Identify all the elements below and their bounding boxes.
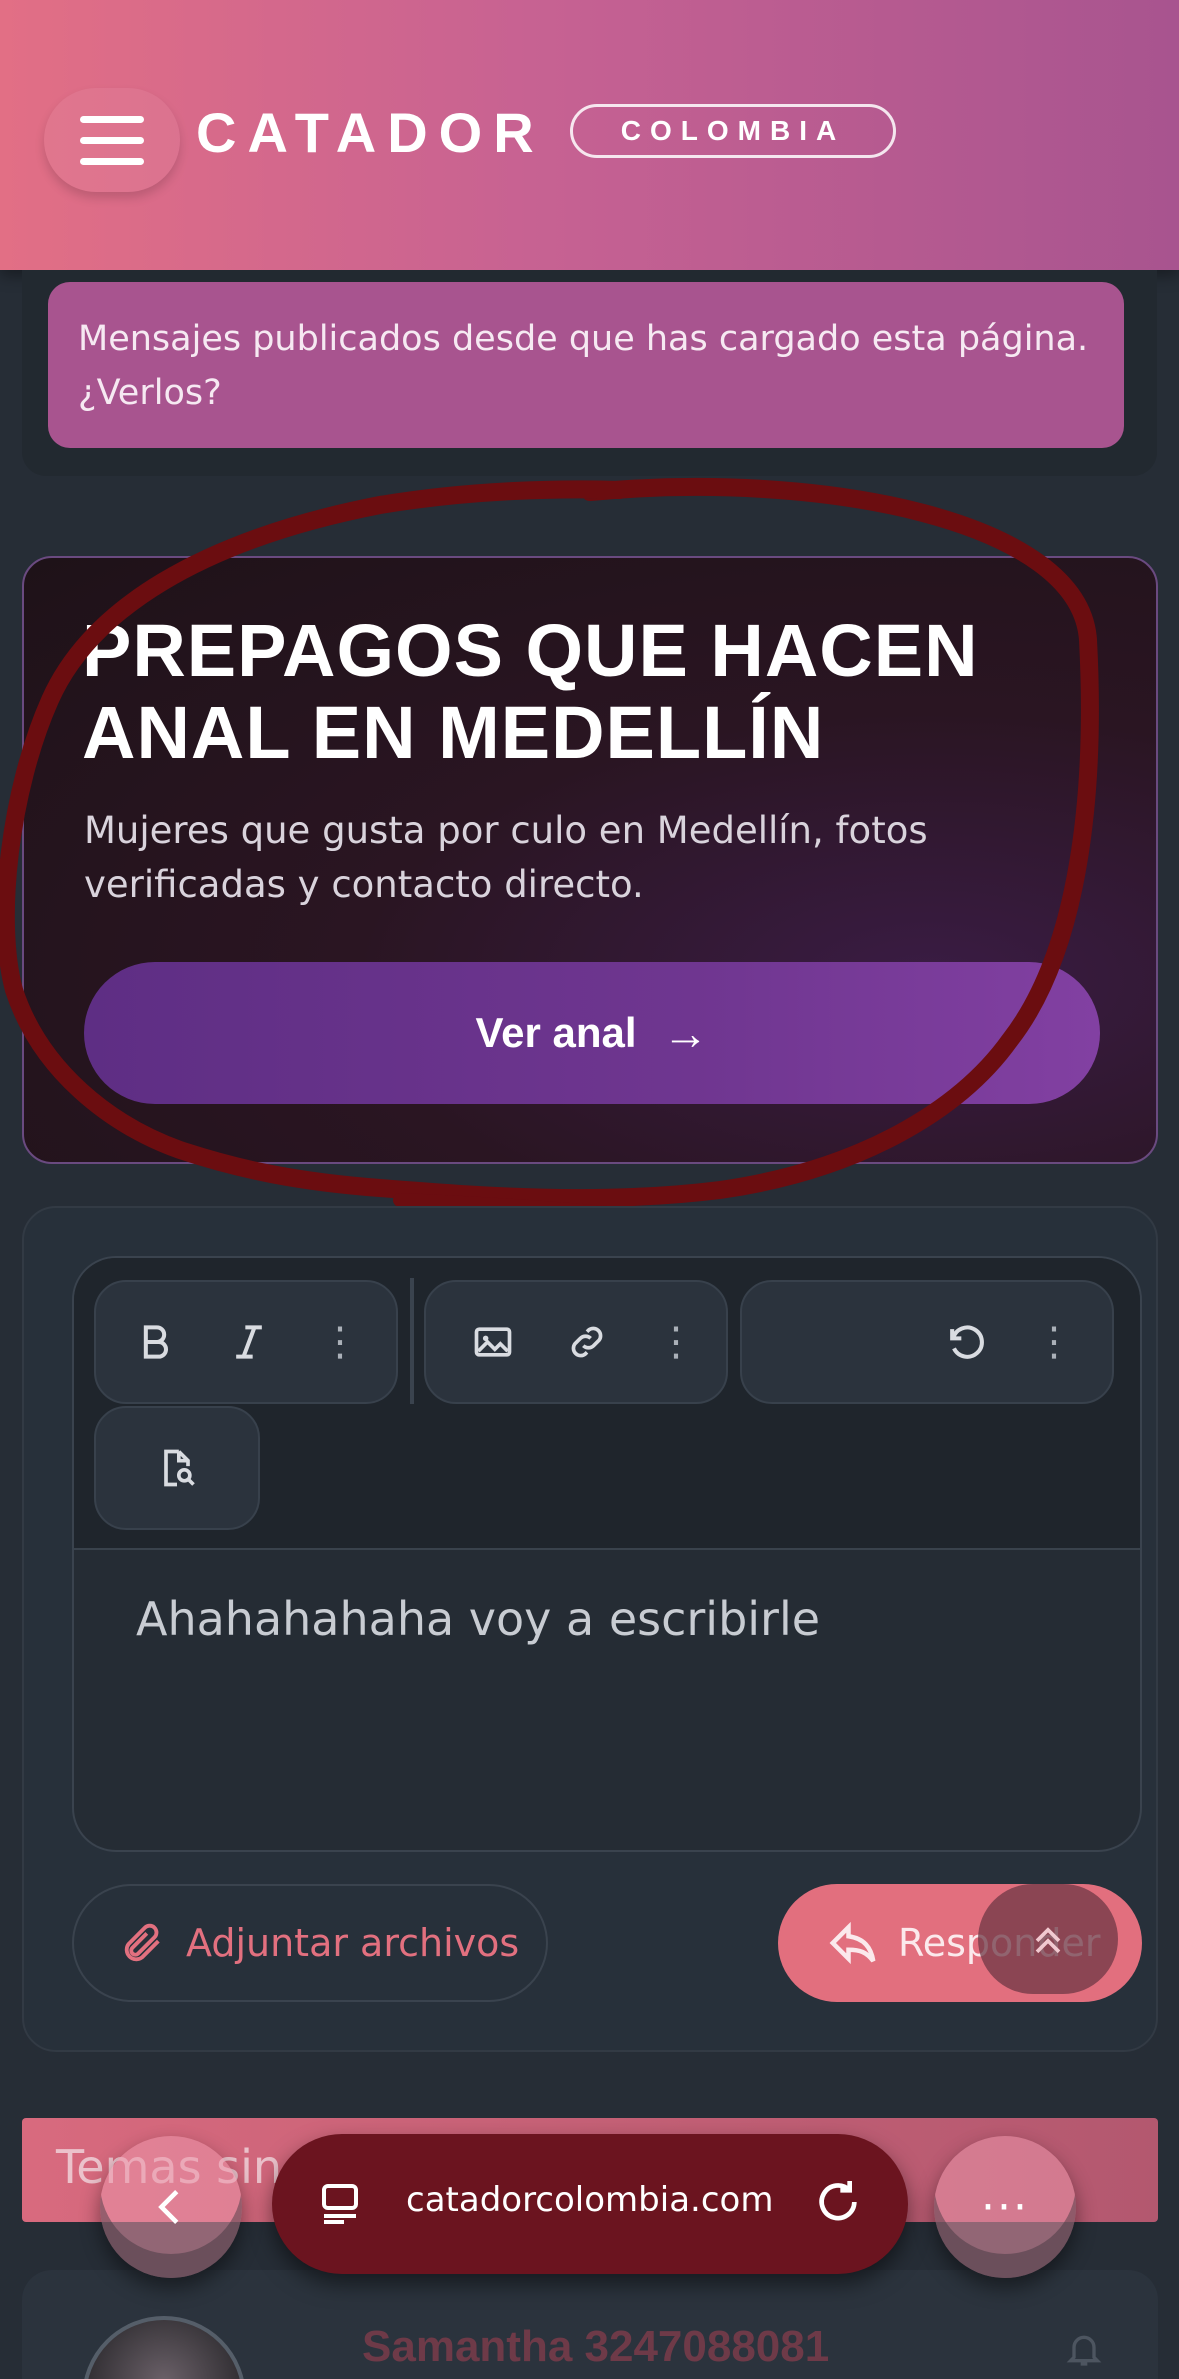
promo-subtitle-line: verificadas y contacto directo. — [84, 863, 644, 906]
editor-content[interactable]: Ahahahahaha voy a escribirle — [136, 1592, 820, 1646]
chevron-up-icon — [1035, 1927, 1061, 1954]
browser-url[interactable]: catadorcolombia.com — [406, 2180, 773, 2220]
site-logo-badge: COLOMBIA — [570, 104, 896, 158]
reply-icon — [829, 1921, 876, 1965]
new-messages-notice[interactable]: Mensajes publicados desde que has cargad… — [48, 282, 1124, 448]
browser-address-bar[interactable]: catadorcolombia.com — [272, 2134, 908, 2274]
promo-title-line: ANAL EN MEDELLÍN — [82, 691, 825, 774]
chevron-left-icon — [158, 2190, 179, 2224]
preview-icon[interactable] — [132, 1408, 222, 1528]
site-logo[interactable]: CATADOR — [196, 100, 545, 165]
undo-icon[interactable] — [922, 1282, 1008, 1402]
link-icon[interactable] — [544, 1282, 630, 1402]
browser-more-button[interactable]: ··· — [934, 2136, 1076, 2278]
attach-files-label: Adjuntar archivos — [186, 1921, 520, 1965]
toolbar-group-insert: ⋮ — [424, 1280, 728, 1404]
arrow-right-icon: → — [662, 1007, 709, 1059]
more-dots-icon: ··· — [981, 2181, 1029, 2233]
hamburger-menu-icon[interactable] — [44, 88, 180, 192]
more-options-icon[interactable]: ⋮ — [636, 1282, 716, 1402]
reload-icon[interactable] — [810, 2174, 866, 2230]
promo-cta-button[interactable]: Ver anal → — [84, 962, 1100, 1104]
toolbar-group-preview — [94, 1406, 260, 1530]
rich-text-editor[interactable]: ⋮ ⋮ ⋮ Ahahahahaha voy a escribirle — [72, 1256, 1142, 1852]
more-options-icon[interactable]: ⋮ — [1014, 1282, 1094, 1402]
toolbar-group-text: ⋮ — [94, 1280, 398, 1404]
italic-icon[interactable] — [206, 1282, 292, 1402]
promo-card: PREPAGOS QUE HACEN ANAL EN MEDELLÍN Muje… — [22, 556, 1158, 1164]
bell-icon[interactable] — [1064, 2326, 1104, 2372]
toolbar-group-history: ⋮ — [740, 1280, 1114, 1404]
image-icon[interactable] — [450, 1282, 536, 1402]
paperclip-icon — [124, 1923, 160, 1962]
promo-subtitle-line: Mujeres que gusta por culo en Medellín, … — [84, 809, 928, 852]
tabs-icon[interactable] — [316, 2178, 364, 2230]
post-author-name[interactable]: Samantha 3247088081 — [362, 2322, 829, 2372]
browser-back-button[interactable] — [100, 2136, 242, 2278]
promo-cta-label: Ver anal — [475, 1009, 637, 1056]
bold-icon[interactable] — [112, 1282, 198, 1402]
scroll-to-top-button[interactable] — [978, 1884, 1118, 1994]
promo-subtitle: Mujeres que gusta por culo en Medellín, … — [84, 804, 1084, 912]
editor-toolbar: ⋮ ⋮ ⋮ — [74, 1258, 1140, 1550]
more-options-icon[interactable]: ⋮ — [300, 1282, 380, 1402]
site-header: CATADOR COLOMBIA — [0, 0, 1179, 270]
promo-title-line: PREPAGOS QUE HACEN — [82, 609, 979, 692]
toolbar-divider — [410, 1278, 414, 1404]
promo-title: PREPAGOS QUE HACEN ANAL EN MEDELLÍN — [82, 610, 1082, 774]
attach-files-button[interactable]: Adjuntar archivos — [72, 1884, 548, 2002]
